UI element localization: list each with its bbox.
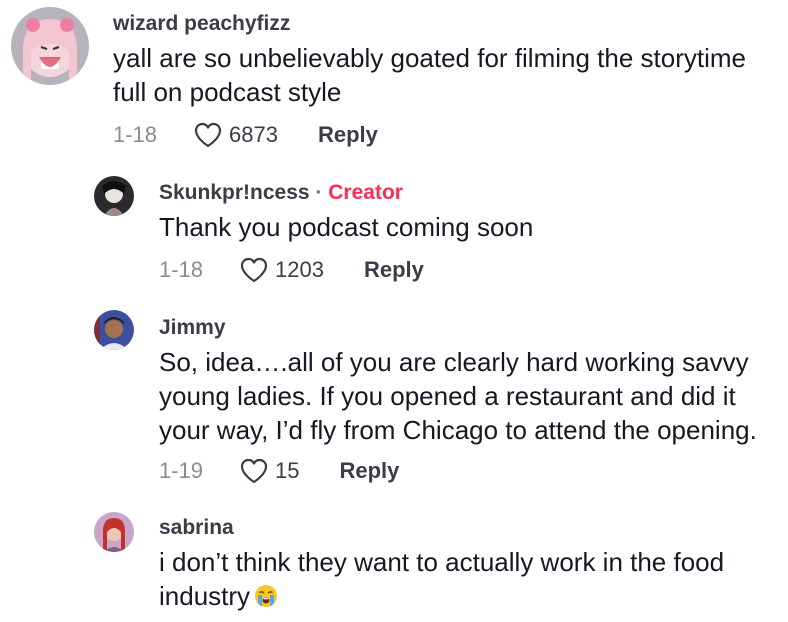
comment-text: Thank you podcast coming soon <box>159 212 534 242</box>
creator-badge: Creator <box>328 181 403 204</box>
comment-username: Skunkpr!ncess · Creator <box>159 180 788 206</box>
heart-icon <box>240 257 268 283</box>
loudly-crying-face-emoji <box>255 585 278 607</box>
comment-text: yall are so unbelievably goated for film… <box>113 43 746 107</box>
comment-actions: 1-19 15 Reply <box>159 456 399 486</box>
like-count: 6873 <box>229 122 278 147</box>
comment-date: 1-18 <box>113 122 158 147</box>
comment-username[interactable]: wizard peachyfizz <box>113 11 788 37</box>
comment-actions: 1-18 6873 Reply <box>113 120 378 150</box>
avatar[interactable] <box>94 512 134 552</box>
heart-icon <box>240 458 268 484</box>
like-count: 1203 <box>275 257 324 282</box>
comment-date: 1-19 <box>159 458 204 483</box>
comment-username[interactable]: sabrina <box>159 515 788 541</box>
avatar[interactable] <box>94 176 134 216</box>
comment-date: 1-18 <box>159 257 204 282</box>
like-button[interactable]: 6873 <box>193 121 278 149</box>
like-button[interactable]: 1203 <box>239 256 324 284</box>
reply-username[interactable]: Skunkpr!ncess <box>159 181 310 204</box>
reply-button[interactable]: Reply <box>364 257 424 283</box>
comment-text: i don’t think they want to actually work… <box>159 547 725 611</box>
avatar[interactable] <box>94 310 134 350</box>
like-button[interactable]: 15 <box>239 457 299 485</box>
reply-button[interactable]: Reply <box>318 122 378 148</box>
like-count: 15 <box>275 458 300 483</box>
comment-actions: 1-18 1203 Reply <box>159 255 424 285</box>
heart-icon <box>194 122 222 148</box>
separator-dot: · <box>315 181 323 204</box>
comment-text: So, idea….all of you are clearly hard wo… <box>159 347 757 445</box>
avatar[interactable] <box>11 7 89 85</box>
comment-username[interactable]: Jimmy <box>159 315 788 341</box>
reply-button[interactable]: Reply <box>339 458 399 484</box>
